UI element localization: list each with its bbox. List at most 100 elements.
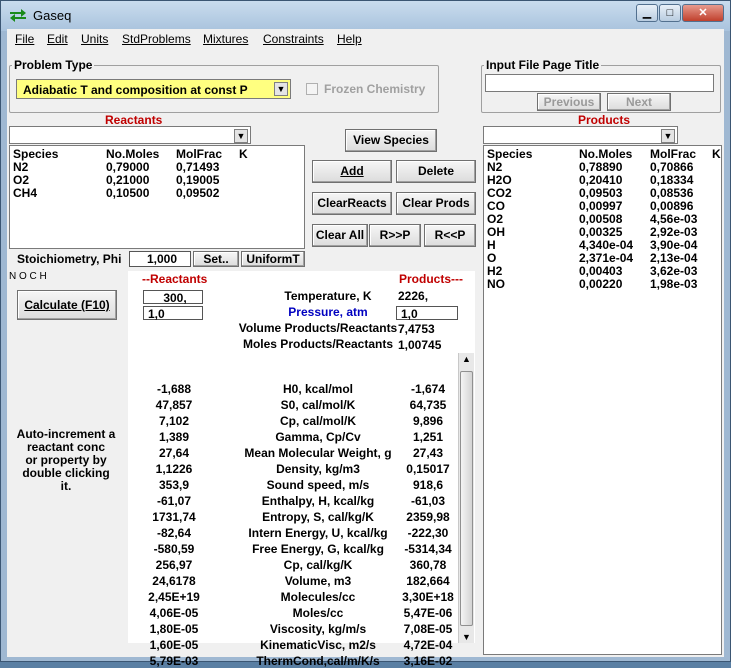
prop-reactant-value[interactable]: 353,9	[128, 478, 220, 492]
prop-reactant-value[interactable]: -1,688	[128, 382, 220, 396]
product-cell: CO2	[487, 186, 512, 200]
pressure-product-input[interactable]: 1,0	[396, 306, 458, 321]
temperature-reactant-input[interactable]: 300,	[143, 290, 203, 305]
prop-product-value[interactable]: 7,08E-05	[388, 622, 468, 636]
r-from-p-button[interactable]: R<<P	[424, 224, 476, 247]
menu-help[interactable]: Help	[337, 32, 362, 46]
prop-reactant-value[interactable]: -580,59	[128, 542, 220, 556]
prop-product-value[interactable]: -1,674	[388, 382, 468, 396]
prop-product-value[interactable]: -222,30	[388, 526, 468, 540]
prop-reactant-value[interactable]: 1,1226	[128, 462, 220, 476]
next-button[interactable]: Next	[607, 93, 671, 111]
menu-mixtures[interactable]: Mixtures	[203, 32, 248, 46]
reactant-cell[interactable]: O2	[13, 173, 29, 187]
prop-reactant-value[interactable]: 5,79E-03	[128, 654, 220, 668]
prop-product-value[interactable]: 2359,98	[388, 510, 468, 524]
add-button[interactable]: Add	[312, 160, 392, 183]
prop-product-value[interactable]: 5,47E-06	[388, 606, 468, 620]
prop-reactant-value[interactable]: 24,6178	[128, 574, 220, 588]
product-cell: 0,78890	[579, 160, 623, 174]
prop-product-value[interactable]: 3,16E-02	[388, 654, 468, 668]
results-scrollbar[interactable]: ▲ ▼	[458, 353, 474, 643]
calculate-button[interactable]: Calculate (F10)	[17, 290, 117, 320]
uniform-t-button[interactable]: UniformT	[241, 251, 305, 267]
prop-reactant-value[interactable]: -61,07	[128, 494, 220, 508]
scroll-thumb[interactable]	[460, 371, 473, 626]
chevron-down-icon[interactable]: ▼	[661, 129, 675, 143]
prop-product-value[interactable]: 27,43	[388, 446, 468, 460]
stoich-row: Stoichiometry, Phi 1,000 Set.. UniformT	[9, 251, 306, 267]
prop-product-value[interactable]: -61,03	[388, 494, 468, 508]
results-reactants-header: --Reactants	[142, 272, 208, 286]
product-cell: 0,00403	[579, 264, 623, 278]
reactant-cell[interactable]: 0,10500	[106, 186, 149, 200]
prop-reactant-value[interactable]: -82,64	[128, 526, 220, 540]
reactants-table: Species No.Moles MolFrac K N2 0,79000 0,71…	[9, 145, 305, 249]
prop-product-value[interactable]: 918,6	[388, 478, 468, 492]
scroll-down-icon[interactable]: ▼	[462, 632, 471, 642]
product-cell: 4,56e-03	[650, 212, 698, 226]
prop-reactant-value[interactable]: 1,60E-05	[128, 638, 220, 652]
prop-product-value[interactable]: 64,735	[388, 398, 468, 412]
vol-ratio-label: Volume Products/Reactants	[238, 321, 398, 335]
scroll-up-icon[interactable]: ▲	[462, 354, 471, 364]
prop-reactant-value[interactable]: 256,97	[128, 558, 220, 572]
reactant-cell[interactable]: 0,71493	[176, 160, 219, 174]
noch-label: N O C H	[9, 271, 47, 282]
product-cell: 1,98e-03	[650, 277, 698, 291]
reactant-species-select[interactable]: ▼	[9, 126, 251, 144]
clear-all-button[interactable]: Clear All	[312, 224, 368, 247]
product-cell: 2,13e-04	[650, 251, 698, 265]
view-species-button[interactable]: View Species	[345, 129, 437, 152]
frozen-chemistry-checkbox[interactable]	[306, 83, 318, 95]
prop-reactant-value[interactable]: 27,64	[128, 446, 220, 460]
set-button[interactable]: Set..	[193, 251, 239, 267]
page-title-input[interactable]	[485, 74, 714, 92]
prop-product-value[interactable]: 0,15017	[388, 462, 468, 476]
menu-edit[interactable]: Edit	[47, 32, 68, 46]
prop-product-value[interactable]: -5314,34	[388, 542, 468, 556]
prop-product-value[interactable]: 9,896	[388, 414, 468, 428]
r-to-p-button[interactable]: R>>P	[369, 224, 421, 247]
prop-reactant-value[interactable]: 7,102	[128, 414, 220, 428]
reactant-cell[interactable]: 0,09502	[176, 186, 219, 200]
pressure-reactant-input[interactable]: 1,0	[143, 306, 203, 321]
prop-product-value[interactable]: 360,78	[388, 558, 468, 572]
prop-product-value[interactable]: 3,30E+18	[388, 590, 468, 604]
close-button[interactable]: ✕	[682, 4, 724, 22]
auto-text-line: it.	[60, 479, 72, 493]
products-header: Products	[578, 113, 631, 127]
prop-reactant-value[interactable]: 2,45E+19	[128, 590, 220, 604]
vol-ratio-value: 7,4753	[398, 322, 435, 336]
col-k: K	[712, 147, 721, 161]
clear-prods-button[interactable]: Clear Prods	[396, 192, 476, 215]
prop-reactant-value[interactable]: 1731,74	[128, 510, 220, 524]
reactant-cell[interactable]: CH4	[13, 186, 37, 200]
reactant-cell[interactable]: N2	[13, 160, 28, 174]
delete-button[interactable]: Delete	[396, 160, 476, 183]
prop-reactant-value[interactable]: 47,857	[128, 398, 220, 412]
stoich-input[interactable]: 1,000	[129, 251, 191, 267]
prop-product-value[interactable]: 4,72E-04	[388, 638, 468, 652]
previous-button[interactable]: Previous	[537, 93, 601, 111]
prop-product-value[interactable]: 1,251	[388, 430, 468, 444]
problem-type-select[interactable]: Adiabatic T and composition at const P ▼	[16, 79, 291, 99]
chevron-down-icon[interactable]: ▼	[274, 82, 288, 96]
maximize-button[interactable]: □	[659, 4, 681, 22]
prop-reactant-value[interactable]: 4,06E-05	[128, 606, 220, 620]
clear-reacts-button[interactable]: ClearReacts	[312, 192, 392, 215]
reactant-cell[interactable]: 0,21000	[106, 173, 149, 187]
reactant-cell[interactable]: 0,19005	[176, 173, 219, 187]
prop-reactant-value[interactable]: 1,389	[128, 430, 220, 444]
minimize-button[interactable]: ▁	[636, 4, 658, 22]
chevron-down-icon[interactable]: ▼	[234, 129, 248, 143]
reactant-cell[interactable]: 0,79000	[106, 160, 149, 174]
products-table: Species No.Moles MolFrac K N2 0,78890 0,70…	[483, 145, 722, 655]
menu-constraints[interactable]: Constraints	[263, 32, 324, 46]
prop-product-value[interactable]: 182,664	[388, 574, 468, 588]
prop-reactant-value[interactable]: 1,80E-05	[128, 622, 220, 636]
menu-stdproblems[interactable]: StdProblems	[122, 32, 191, 46]
product-species-select[interactable]: ▼	[483, 126, 678, 144]
menu-units[interactable]: Units	[81, 32, 108, 46]
menu-file[interactable]: File	[15, 32, 34, 46]
